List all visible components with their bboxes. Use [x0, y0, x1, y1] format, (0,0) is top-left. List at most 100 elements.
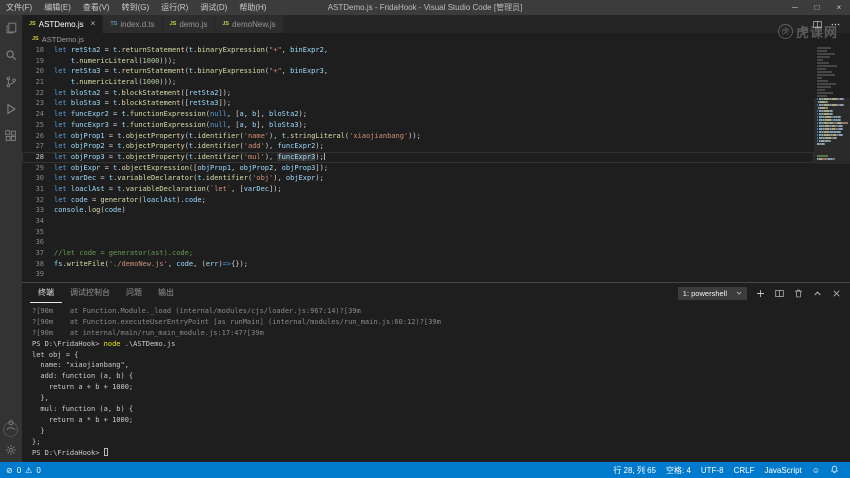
activitybar-item-search[interactable]	[3, 47, 19, 63]
panel-tab-item[interactable]: 调试控制台	[62, 284, 118, 302]
token: let	[54, 67, 67, 76]
menu-item[interactable]: 运行(R)	[155, 0, 194, 15]
split-editor-icon[interactable]	[812, 19, 823, 30]
line-number: 28	[35, 152, 44, 161]
close-icon[interactable]: ×	[91, 20, 96, 28]
menu-item[interactable]: 转到(G)	[116, 0, 156, 15]
token: =	[108, 110, 122, 119]
token: , (	[193, 259, 206, 268]
search-icon	[4, 48, 18, 62]
split-terminal-icon[interactable]	[774, 288, 785, 299]
token: 'xiaojianbang'	[349, 131, 409, 140]
panel-tab-item[interactable]: 问题	[118, 284, 150, 302]
extensions-icon	[4, 129, 18, 143]
breadcrumb[interactable]: JS ASTDemo.js	[22, 33, 850, 45]
status-indentation[interactable]: 空格: 4	[661, 465, 696, 476]
status-language-mode[interactable]: JavaScript	[759, 466, 806, 475]
terminal-line: ?[90m at internal/main/run_main_module.j…	[32, 328, 850, 339]
minimap-line	[817, 65, 848, 67]
activitybar-item-settings[interactable]	[3, 442, 19, 458]
terminal-shell-select[interactable]: 1: powershell	[677, 286, 747, 300]
token: =	[104, 152, 118, 161]
terminal-line: }	[32, 426, 850, 437]
menu-item[interactable]: 文件(F)	[0, 0, 38, 15]
warning-count: 0	[36, 465, 41, 475]
token: ]);	[269, 184, 282, 193]
activitybar-item-extensions[interactable]	[3, 128, 19, 144]
more-actions-icon[interactable]	[830, 19, 841, 30]
terminal-line: return a * b + 1000;	[32, 415, 850, 426]
status-cursor-position[interactable]: 行 28, 列 65	[608, 465, 661, 476]
terminal-line: PS D:\FridaHook> node .\ASTDemo.js	[32, 339, 850, 350]
token: let	[54, 131, 67, 140]
minimap-line	[817, 47, 848, 49]
line-number: 26	[35, 131, 44, 140]
panel-tab-item[interactable]: 输出	[150, 284, 182, 302]
close-button[interactable]: ×	[828, 0, 850, 15]
tab-index-d-ts[interactable]: TS index.d.ts	[103, 15, 163, 33]
panel-tab-active[interactable]: 终端	[30, 284, 62, 303]
terminal-line: add: function (a, b) {	[32, 371, 850, 382]
editor-actions	[812, 15, 850, 33]
new-terminal-icon[interactable]	[755, 288, 766, 299]
token: //let code = generator(ast).code;	[54, 249, 194, 258]
kill-terminal-trash-icon[interactable]	[793, 288, 804, 299]
activitybar-item-account[interactable]	[3, 417, 19, 433]
ts-file-icon: TS	[110, 21, 118, 27]
terminal-text: ?[90m at internal/main/run_main_module.j…	[32, 328, 264, 337]
token: let	[54, 174, 67, 183]
text-cursor	[323, 151, 325, 160]
code-text: let retSta2 = t.returnStatement(t.binary…	[54, 45, 814, 56]
token: )));	[159, 78, 177, 87]
token: ),	[264, 152, 278, 161]
token: =	[87, 195, 101, 204]
minimap-seg	[823, 143, 825, 145]
token: ,	[167, 259, 177, 268]
minimap-seg	[833, 158, 835, 160]
activitybar-item-source-control[interactable]	[3, 74, 19, 90]
terminal-text: },	[32, 394, 49, 403]
minimap-line	[817, 56, 848, 58]
status-encoding[interactable]: UTF-8	[696, 466, 729, 475]
activitybar-item-run-debug[interactable]	[3, 101, 19, 117]
notifications-bell-icon[interactable]	[825, 465, 844, 475]
code-area[interactable]: 18 let retSta2 = t.returnStatement(t.bina…	[22, 45, 814, 282]
terminal-output[interactable]: ?[90m at Function.Module._load (internal…	[22, 303, 850, 462]
minimap-seg	[841, 125, 843, 127]
close-panel-icon[interactable]	[831, 288, 842, 299]
status-eol[interactable]: CRLF	[729, 466, 760, 475]
token: './demoNew.js'	[108, 259, 168, 268]
token: ),	[264, 142, 278, 151]
line-number: 38	[35, 259, 44, 268]
minimap[interactable]	[814, 45, 850, 282]
token: ),	[273, 174, 286, 183]
menu-item[interactable]: 帮助(H)	[233, 0, 272, 15]
line-number: 34	[35, 217, 44, 225]
tab-demo-js[interactable]: JS demo.js	[162, 15, 216, 33]
token: loaclAst	[142, 195, 177, 204]
minimize-button[interactable]: ─	[784, 0, 806, 15]
line-number: 35	[35, 227, 44, 236]
minimap-seg	[817, 65, 837, 67]
menu-item[interactable]: 调试(D)	[194, 0, 233, 15]
code-line: 22 let bloSta2 = t.blockStatement([retSta…	[22, 88, 814, 99]
line-number: 37	[35, 249, 44, 258]
tab-ASTDemo-js[interactable]: JS ASTDemo.js ×	[22, 15, 104, 33]
token: let	[54, 142, 67, 151]
code-text: let objProp1 = t.objectProperty(t.identi…	[54, 131, 814, 142]
maximize-panel-chevron-up-icon[interactable]	[812, 288, 823, 299]
token: null	[209, 120, 227, 129]
tab-demoNew-js[interactable]: JS demoNew.js	[215, 15, 284, 33]
token: objectExpression	[121, 163, 189, 172]
activitybar-item-explorer[interactable]	[3, 20, 19, 36]
line-number: 36	[35, 238, 44, 247]
menu-item[interactable]: 查看(V)	[77, 0, 116, 15]
problems-status[interactable]: ⊘ 0 ⚠ 0	[6, 466, 41, 475]
feedback-smiley-icon[interactable]: ☺	[807, 466, 825, 475]
token: writeFile	[66, 259, 105, 268]
token: );	[315, 152, 324, 161]
breadcrumb-file: ASTDemo.js	[41, 34, 84, 44]
token: funcExpr2	[277, 142, 316, 151]
maximize-button[interactable]: □	[806, 0, 828, 15]
menu-item[interactable]: 编辑(E)	[38, 0, 77, 15]
